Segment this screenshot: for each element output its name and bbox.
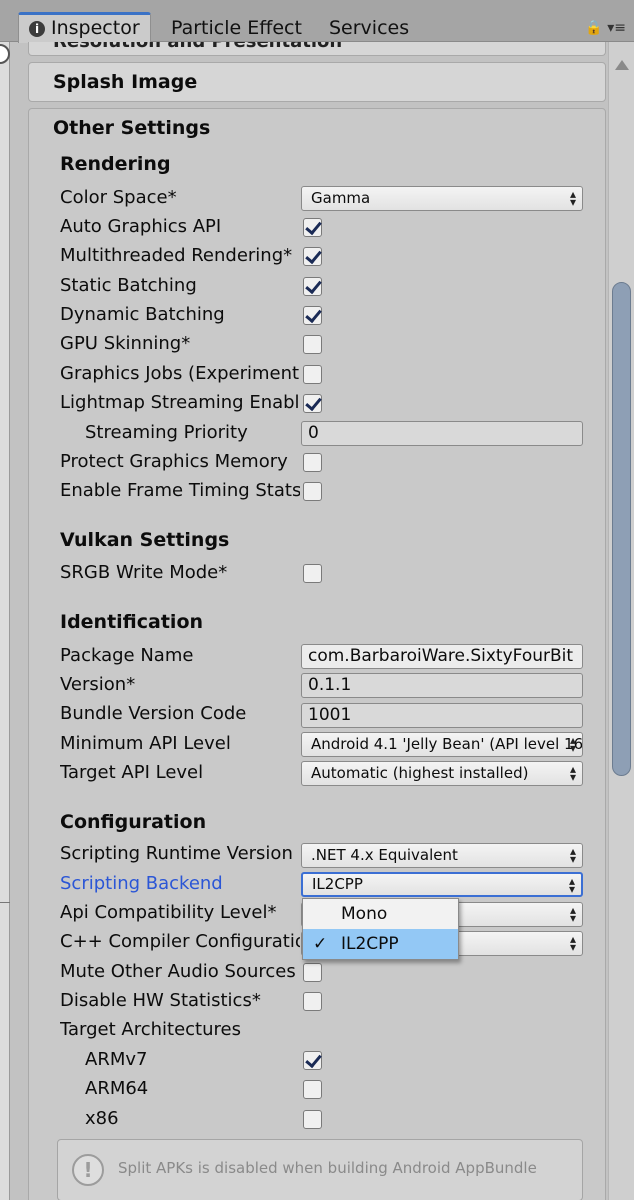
- section-splash-image[interactable]: Splash Image: [28, 62, 606, 102]
- package-name-label: Package Name: [60, 645, 194, 666]
- gpu-skinning-checkbox[interactable]: [303, 335, 322, 354]
- color-space-label: Color Space*: [60, 187, 177, 208]
- x86-label: x86: [85, 1108, 119, 1129]
- tab-services[interactable]: Services: [319, 14, 419, 42]
- multithreaded-rendering-checkbox[interactable]: [303, 247, 322, 266]
- group-title-identification: Identification: [60, 611, 204, 633]
- scripting-backend-popup: Mono ✓ IL2CPP: [302, 898, 459, 960]
- dynamic-batching-label: Dynamic Batching: [60, 304, 225, 325]
- section-resolution-presentation[interactable]: Resolution and Presentation: [28, 42, 606, 56]
- dropdown-arrow-icon: ▴ ▾: [569, 187, 577, 209]
- lock-icon[interactable]: 🔒: [585, 20, 602, 36]
- dropdown-arrow-icon: ▴ ▾: [569, 844, 577, 866]
- scene-icon: [0, 44, 10, 64]
- target-api-level-dropdown[interactable]: Automatic (highest installed) ▴ ▾: [301, 761, 583, 786]
- section-title[interactable]: Other Settings: [53, 117, 210, 139]
- inspector-content: Resolution and Presentation Splash Image…: [10, 42, 608, 1200]
- frame-timing-stats-label: Enable Frame Timing Stats: [60, 480, 300, 501]
- graphics-jobs-checkbox[interactable]: [303, 365, 322, 384]
- mute-other-audio-label: Mute Other Audio Sources: [60, 961, 296, 982]
- group-title-rendering: Rendering: [60, 153, 171, 175]
- scripting-backend-dropdown[interactable]: IL2CPP ▴ ▾: [301, 872, 583, 897]
- streaming-priority-field[interactable]: 0: [301, 421, 583, 446]
- srgb-write-mode-label: SRGB Write Mode*: [60, 562, 228, 583]
- scroll-up-arrow-icon[interactable]: [615, 60, 629, 70]
- tab-particle-effect[interactable]: Particle Effect: [161, 14, 312, 42]
- arm64-label: ARM64: [85, 1078, 149, 1099]
- arm64-checkbox[interactable]: [303, 1080, 322, 1099]
- gpu-skinning-label: GPU Skinning*: [60, 333, 191, 354]
- split-apk-help-box: ! Split APKs is disabled when building A…: [57, 1139, 583, 1200]
- multithreaded-rendering-label: Multithreaded Rendering*: [60, 245, 293, 266]
- color-space-dropdown[interactable]: Gamma ▴ ▾: [301, 186, 583, 211]
- scripting-runtime-version-dropdown[interactable]: .NET 4.x Equivalent ▴ ▾: [301, 843, 583, 868]
- minimum-api-level-label: Minimum API Level: [60, 733, 231, 754]
- protect-graphics-memory-checkbox[interactable]: [303, 453, 322, 472]
- bundle-version-code-field[interactable]: 1001: [301, 703, 583, 728]
- minimum-api-level-dropdown[interactable]: Android 4.1 'Jelly Bean' (API level 16) …: [301, 732, 583, 757]
- section-title: Splash Image: [53, 71, 198, 93]
- disable-hw-statistics-checkbox[interactable]: [303, 992, 322, 1011]
- target-api-level-label: Target API Level: [60, 762, 204, 783]
- tab-label: Inspector: [51, 17, 140, 39]
- scripting-backend-label: Scripting Backend: [60, 873, 223, 894]
- option-label: Mono: [341, 904, 388, 924]
- checkmark-icon: ✓: [313, 934, 328, 954]
- version-field[interactable]: 0.1.1: [301, 673, 583, 698]
- graphics-jobs-label: Graphics Jobs (Experimental): [60, 363, 300, 384]
- static-batching-checkbox[interactable]: [303, 277, 322, 296]
- help-message: Split APKs is disabled when building And…: [118, 1159, 537, 1177]
- mute-other-audio-checkbox[interactable]: [303, 963, 322, 982]
- lightmap-streaming-label: Lightmap Streaming Enabled: [60, 392, 300, 413]
- tab-controls: 🔒 ▾≡: [585, 20, 626, 36]
- divider: [0, 902, 10, 903]
- api-compatibility-level-label: Api Compatibility Level*: [60, 902, 277, 923]
- auto-graphics-api-label: Auto Graphics API: [60, 216, 222, 237]
- dropdown-value: Android 4.1 'Jelly Bean' (API level 16): [311, 735, 583, 753]
- dropdown-value: IL2CPP: [312, 875, 363, 893]
- dropdown-arrow-icon: ▴ ▾: [569, 762, 577, 784]
- x86-checkbox[interactable]: [303, 1110, 322, 1129]
- bundle-version-code-label: Bundle Version Code: [60, 703, 247, 724]
- dropdown-value: Automatic (highest installed): [311, 764, 529, 782]
- tab-bar: i Inspector Particle Effect Services 🔒 ▾≡: [0, 0, 634, 43]
- group-title-vulkan: Vulkan Settings: [60, 529, 230, 551]
- vertical-scrollbar[interactable]: [608, 42, 634, 1200]
- popup-option-mono[interactable]: Mono: [303, 899, 458, 929]
- warning-icon: !: [72, 1154, 104, 1186]
- tab-label: Services: [329, 17, 410, 39]
- streaming-priority-label: Streaming Priority: [85, 422, 248, 443]
- section-title: Resolution and Presentation: [53, 42, 342, 52]
- frame-timing-stats-checkbox[interactable]: [303, 482, 322, 501]
- option-label: IL2CPP: [341, 934, 399, 954]
- left-panel-edge: [0, 42, 10, 1200]
- auto-graphics-api-checkbox[interactable]: [303, 218, 322, 237]
- cpp-compiler-configuration-label: C++ Compiler Configuration: [60, 931, 300, 952]
- disable-hw-statistics-label: Disable HW Statistics*: [60, 990, 261, 1011]
- dynamic-batching-checkbox[interactable]: [303, 306, 322, 325]
- dropdown-arrow-icon: ▴ ▾: [568, 874, 576, 896]
- tab-inspector[interactable]: i Inspector: [18, 12, 151, 43]
- dropdown-value: Gamma: [311, 189, 371, 207]
- group-title-configuration: Configuration: [60, 811, 207, 833]
- tab-label: Particle Effect: [171, 17, 302, 39]
- armv7-checkbox[interactable]: [303, 1051, 322, 1070]
- dropdown-arrow-icon: ▴ ▾: [569, 733, 577, 755]
- popup-option-il2cpp[interactable]: ✓ IL2CPP: [303, 929, 458, 959]
- target-architectures-label: Target Architectures: [60, 1019, 241, 1040]
- static-batching-label: Static Batching: [60, 275, 197, 296]
- protect-graphics-memory-label: Protect Graphics Memory: [60, 451, 288, 472]
- scripting-runtime-version-label: Scripting Runtime Version: [60, 843, 293, 864]
- scroll-thumb[interactable]: [612, 282, 631, 776]
- lightmap-streaming-checkbox[interactable]: [303, 394, 322, 413]
- info-icon: i: [29, 21, 45, 37]
- dropdown-arrow-icon: ▴ ▾: [569, 932, 577, 954]
- armv7-label: ARMv7: [85, 1049, 148, 1070]
- dropdown-arrow-icon: ▴ ▾: [569, 903, 577, 925]
- version-label: Version*: [60, 674, 136, 695]
- menu-icon[interactable]: ▾≡: [607, 20, 626, 36]
- package-name-field[interactable]: com.BarbaroiWare.SixtyFourBit: [301, 644, 583, 669]
- srgb-write-mode-checkbox[interactable]: [303, 564, 322, 583]
- dropdown-value: .NET 4.x Equivalent: [311, 846, 458, 864]
